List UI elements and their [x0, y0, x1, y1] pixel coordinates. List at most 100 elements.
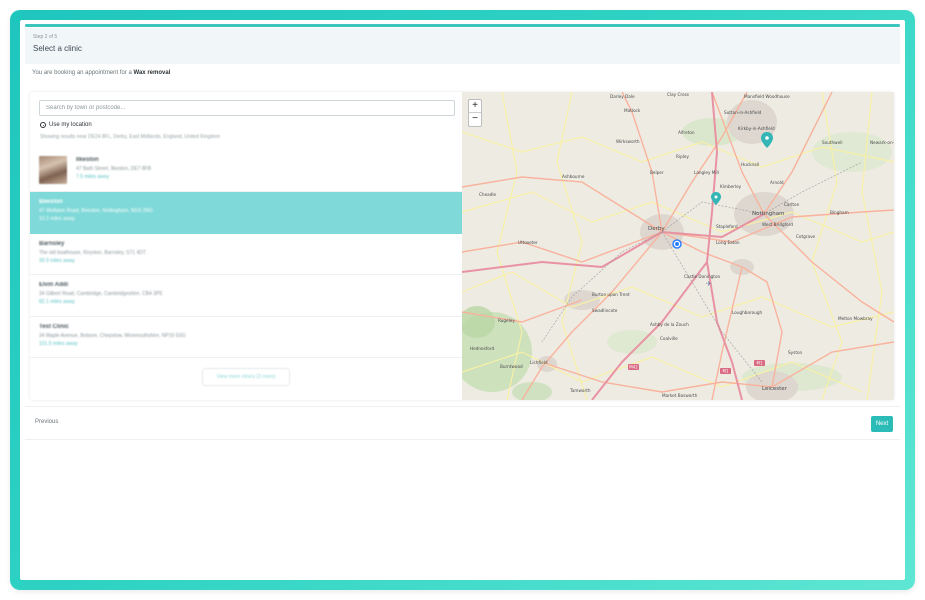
map-place-label: Burntwood	[500, 364, 523, 369]
map-place-label: Clay Cross	[667, 92, 689, 97]
clinic-selector-card: Use my location Showing results near DE2…	[30, 92, 894, 400]
map-place-label: Nottingham	[752, 211, 785, 217]
map-place-label: Carlton	[784, 202, 800, 207]
step-label: Step 2 of 5	[33, 34, 58, 40]
clinic-address: 34 Gilbert Road, Cambridge, Cambridgeshi…	[39, 291, 163, 297]
step-footer: Previous Next	[25, 406, 900, 440]
map-place-label: Hucknall	[741, 162, 759, 167]
map-place-label: Bingham	[830, 210, 849, 215]
map-place-label: Newark-on-Trent	[870, 140, 894, 145]
clinic-name: Beeston	[39, 199, 63, 205]
map-place-label: Uttoxeter	[518, 240, 538, 245]
zoom-out-button[interactable]: −	[469, 113, 481, 126]
search-input[interactable]	[39, 100, 455, 116]
clinic-name: Elvin Addi	[39, 282, 69, 288]
map-place-label: Matlock	[624, 108, 641, 113]
clinic-photo	[39, 156, 67, 184]
map-place-label: Southwell	[822, 140, 843, 145]
map-place-label: Ashby de la Zouch	[650, 322, 689, 327]
map-place-label: Syston	[788, 350, 803, 355]
page-title: Select a clinic	[33, 44, 82, 53]
map-place-label: Melton Mowbray	[838, 316, 873, 321]
map-place-label: Market Bosworth	[662, 393, 698, 398]
map-place-label: Sutton-in-Ashfield	[724, 110, 762, 115]
map-place-label: Belper	[650, 170, 664, 175]
airport-icon: ✈	[706, 280, 712, 288]
map-place-label: Burton upon Trent	[592, 292, 630, 297]
user-location-marker	[672, 239, 682, 249]
map-place-label: Castle Donington	[684, 274, 721, 279]
road-badge: M1	[720, 368, 731, 374]
booking-prefix: You are booking an appointment for a	[32, 70, 132, 76]
clinic-list-item[interactable]: Beeston 47 Wollaton Road, Beeston, Nottin…	[30, 192, 462, 234]
road-badge: M42	[628, 364, 639, 370]
booking-summary: You are booking an appointment for a Wax…	[32, 70, 170, 76]
location-target-icon	[40, 122, 46, 128]
map-place-label: Lichfield	[530, 360, 548, 365]
previous-button[interactable]: Previous	[35, 419, 58, 425]
clinic-address: 47 Bath Street, Ilkeston, DE7 8FB	[76, 166, 152, 172]
clinic-details: Beeston 47 Wollaton Road, Beeston, Nottin…	[39, 198, 153, 223]
map-place-label: West Bridgford	[762, 222, 793, 227]
clinic-details: Elvin Addi 34 Gilbert Road, Cambridge, Ca…	[39, 281, 163, 306]
map-place-label: Hednesford	[470, 346, 494, 351]
map-place-label: Long Eaton	[716, 240, 740, 245]
map-place-label: Mansfield Woodhouse	[744, 94, 790, 99]
map-place-label: Darley Dale	[610, 94, 635, 99]
view-more-button[interactable]: View more clinics (3 more)	[202, 368, 290, 386]
use-location-button[interactable]: Use my location	[40, 122, 92, 128]
use-location-label: Use my location	[49, 122, 92, 128]
map-place-label: Wirksworth	[616, 139, 640, 144]
map-place-label: Arnold	[770, 180, 784, 185]
search-results-summary: Showing results near DE24 8FL, Derby, Ea…	[40, 134, 221, 140]
progress-fill	[25, 24, 900, 27]
road-badge-label: M1	[757, 361, 763, 366]
clinic-name: Ilkeston	[76, 157, 99, 163]
map-place-label: Cheadle	[479, 192, 497, 197]
map-place-label: Kirkby-in-Ashfield	[738, 126, 775, 131]
map-place-label: Kimberley	[720, 184, 742, 189]
clinic-address: 34 Maple Avenue, Bolsom, Chepstow, Monmo…	[39, 332, 186, 339]
map-place-label: Derby	[648, 226, 665, 232]
clinic-details: Test Clinic 34 Maple Avenue, Bolsom, Chep…	[39, 323, 186, 348]
clinic-address: 47 Wollaton Road, Beeston, Nottingham, N…	[39, 208, 153, 214]
map-place-label: Ashbourne	[562, 174, 585, 179]
clinic-distance: 10.2 miles away	[39, 216, 75, 222]
map-zoom-control: + −	[468, 99, 482, 127]
map-place-label: Ripley	[676, 154, 689, 159]
booking-service: Wax removal	[133, 70, 171, 76]
map[interactable]: Darley Dale Clay Cross Mansfield Woodhouse…	[462, 92, 894, 400]
clinic-details: Ilkeston 47 Bath Street, Ilkeston, DE7 8F…	[76, 156, 151, 181]
progress-bar	[25, 24, 900, 27]
clinic-distance: 82.1 miles away	[39, 299, 75, 305]
clinic-distance: 101.5 miles away	[39, 340, 78, 347]
road-badge: M1	[754, 360, 765, 366]
step-header: Step 2 of 5 Select a clinic	[25, 28, 900, 64]
clinic-name: Barnsley	[39, 240, 65, 247]
clinic-address: The old boathouse, Royston, Barnsley, S7…	[39, 249, 146, 256]
map-place-label: Cotgrave	[796, 234, 816, 239]
zoom-in-button[interactable]: +	[469, 100, 481, 113]
clinic-list-item[interactable]: Test Clinic 34 Maple Avenue, Bolsom, Chep…	[30, 317, 462, 358]
clinic-list-panel: Use my location Showing results near DE2…	[30, 92, 462, 400]
map-place-label: Coalville	[660, 336, 678, 341]
next-button[interactable]: Next	[871, 416, 893, 432]
clinic-details: Barnsley The old boathouse, Royston, Barn…	[39, 240, 146, 265]
clinic-list-item[interactable]: Barnsley The old boathouse, Royston, Barn…	[30, 234, 462, 275]
clinic-name: Test Clinic	[39, 323, 69, 330]
clinic-list-item[interactable]: Ilkeston 47 Bath Street, Ilkeston, DE7 8F…	[30, 148, 462, 192]
road-badge-label: M1	[723, 369, 729, 374]
clinic-distance: 39.9 miles away	[39, 257, 75, 264]
booking-page: Step 2 of 5 Select a clinic You are book…	[20, 20, 905, 580]
clinic-list: Ilkeston 47 Bath Street, Ilkeston, DE7 8F…	[30, 148, 462, 358]
map-place-label: Stapleford	[716, 224, 738, 229]
clinic-list-item[interactable]: Elvin Addi 34 Gilbert Road, Cambridge, Ca…	[30, 275, 462, 317]
map-place-label: Loughborough	[732, 310, 763, 315]
clinic-distance: 7.5 miles away	[76, 174, 110, 180]
map-place-label: Leicester	[762, 386, 788, 392]
map-canvas[interactable]: Darley Dale Clay Cross Mansfield Woodhouse…	[462, 92, 894, 400]
map-place-label: Tamworth	[569, 388, 591, 393]
map-place-label: Langley Mill	[694, 170, 719, 175]
road-badge-label: M42	[629, 365, 638, 370]
map-place-label: Rugeley	[498, 318, 515, 323]
